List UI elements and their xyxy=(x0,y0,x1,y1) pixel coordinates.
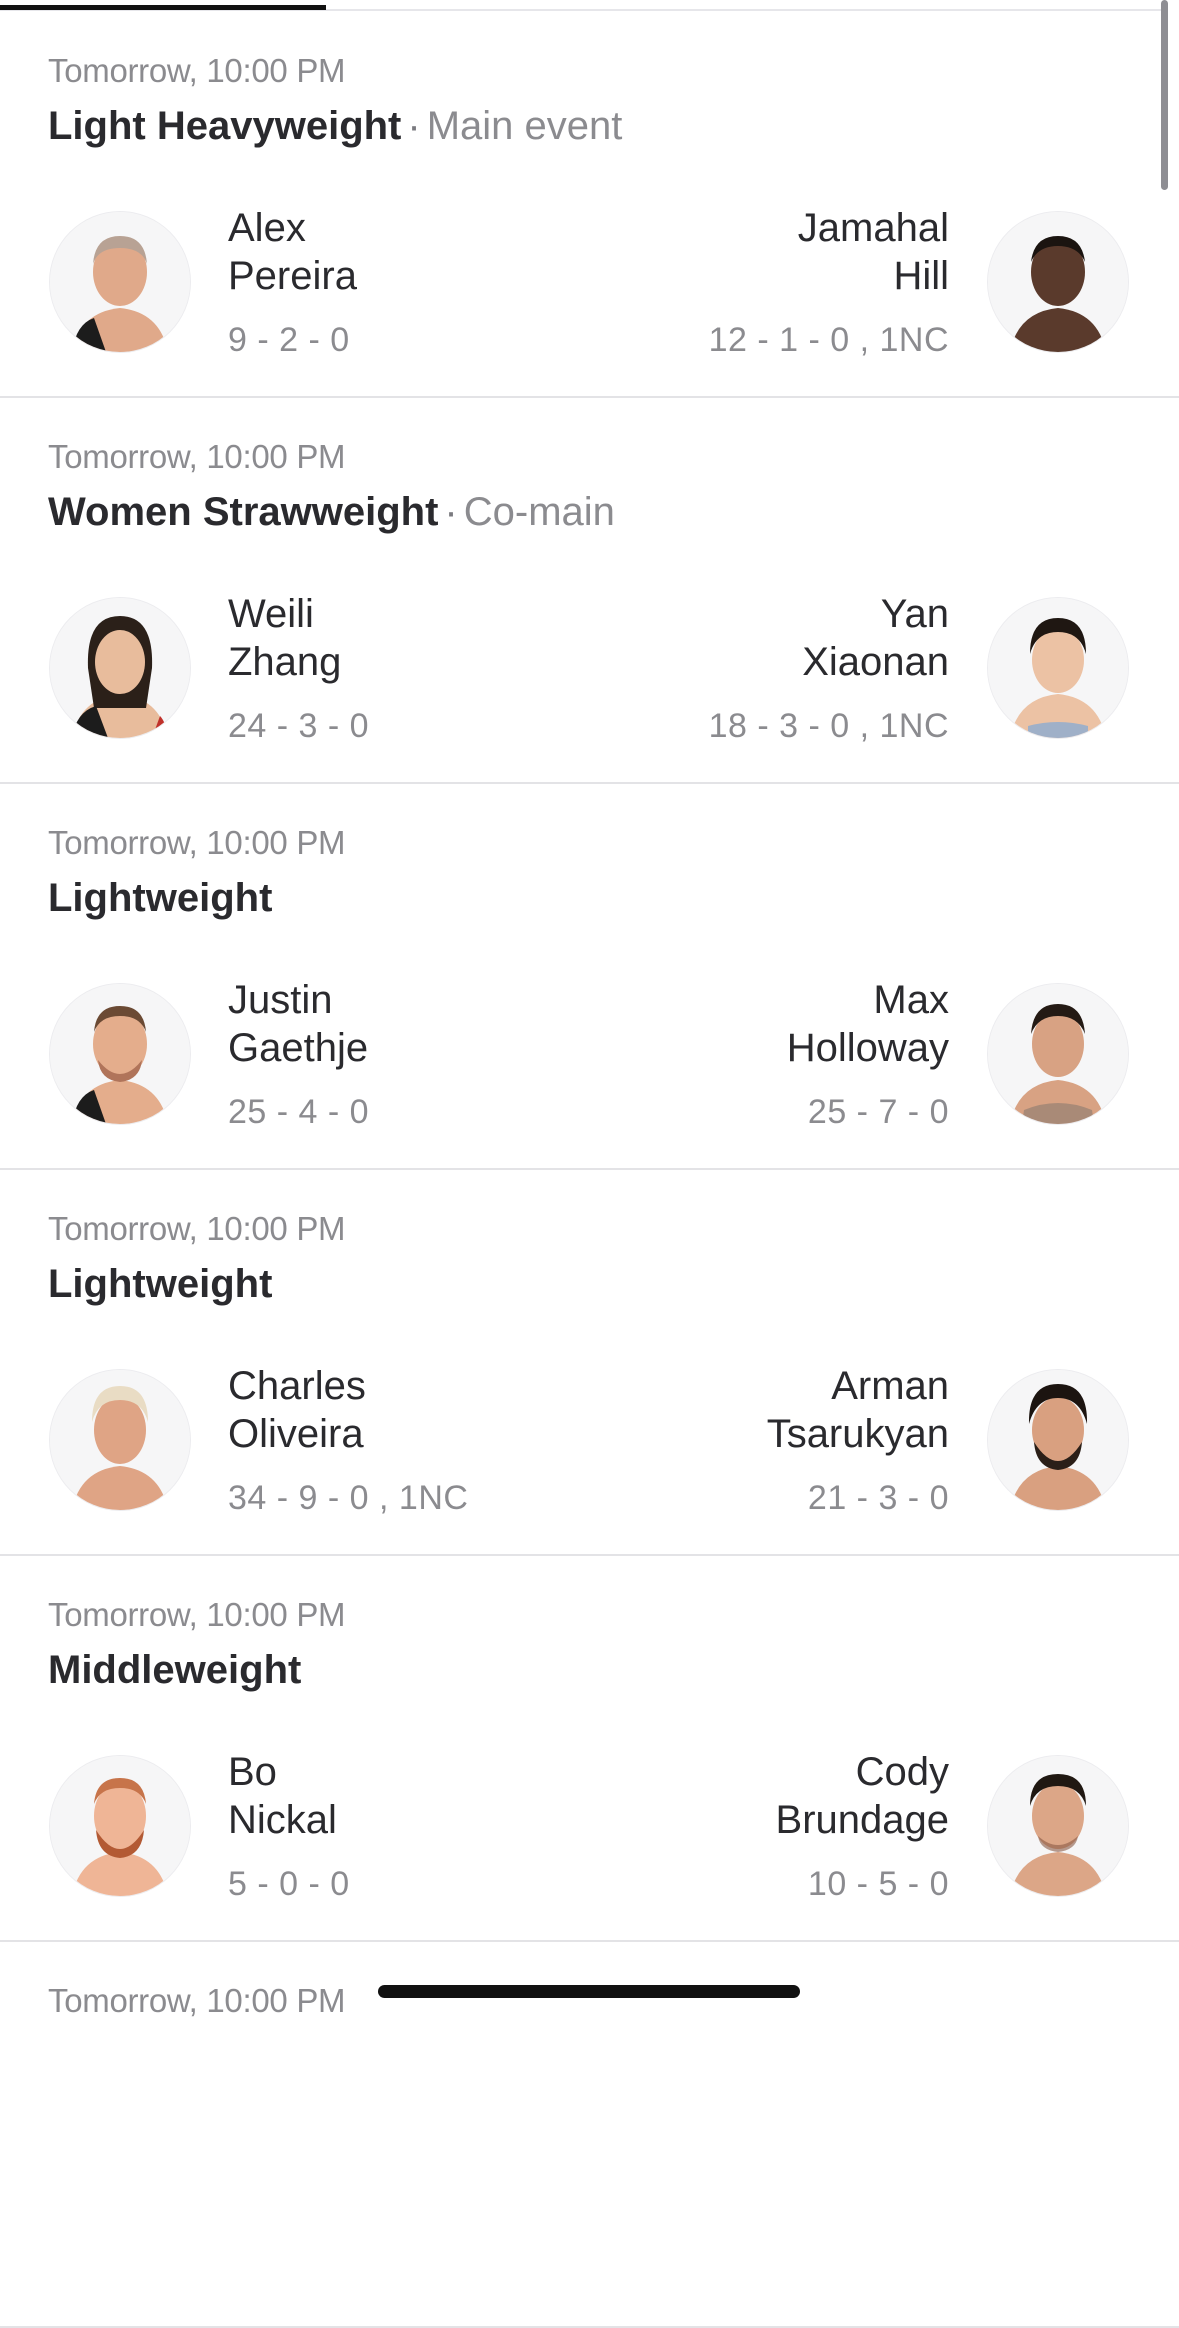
fight-title xyxy=(48,2034,60,2079)
blue-corner-fighter[interactable]: Yan Xiaonan 18 - 3 - 0 , 1NC xyxy=(709,590,949,750)
fight-card[interactable]: Tomorrow, 10:00 PM Middleweight Bo Nicka… xyxy=(0,1556,1179,1942)
fighter-record: 9 - 2 - 0 xyxy=(228,321,350,359)
fight-list: Tomorrow, 10:00 PM Light Heavyweight · Mai… xyxy=(0,12,1179,2328)
fighter-first-name: Arman xyxy=(831,1364,949,1408)
weight-class: Women Strawweight xyxy=(48,490,439,534)
fighter-record: 10 - 5 - 0 xyxy=(807,1865,949,1903)
fighter-first-name: Justin xyxy=(228,978,333,1022)
fighter-headshot-icon[interactable] xyxy=(50,1370,190,1510)
fighter-record: 21 - 3 - 0 xyxy=(807,1479,949,1517)
tab-bar xyxy=(0,0,1179,12)
fighter-last-name: Gaethje xyxy=(228,1026,369,1070)
title-separator: · xyxy=(444,490,458,534)
fighter-record: 12 - 1 - 0 , 1NC xyxy=(708,321,949,359)
fighter-headshot-icon[interactable] xyxy=(50,598,190,738)
red-corner-fighter[interactable]: Justin Gaethje 25 - 4 - 0 xyxy=(228,976,369,1136)
fight-card[interactable]: Tomorrow, 10:00 PM Lightweight Charles O… xyxy=(0,1170,1179,1556)
fight-card[interactable]: Tomorrow, 10:00 PM Light Heavyweight · Mai… xyxy=(0,12,1179,398)
fight-title: Lightweight xyxy=(48,1262,284,1307)
fighter-headshot-icon[interactable] xyxy=(988,1370,1128,1510)
fight-card[interactable]: Tomorrow, 10:00 PM Lightweight Justin Ga… xyxy=(0,784,1179,1170)
event-label: Co-main xyxy=(463,490,615,534)
fight-card[interactable]: Tomorrow, 10:00 PM Women Strawweight · Co-… xyxy=(0,398,1179,784)
fighter-last-name: Tsarukyan xyxy=(766,1412,949,1456)
fight-time: Tomorrow, 10:00 PM xyxy=(48,1210,346,1247)
fight-title: Women Strawweight · Co-main xyxy=(48,490,615,535)
fighter-last-name: Pereira xyxy=(228,254,357,298)
fighter-first-name: Alex xyxy=(228,206,306,250)
fight-time: Tomorrow, 10:00 PM xyxy=(48,1982,346,2019)
red-corner-fighter[interactable]: Bo Nickal 5 - 0 - 0 xyxy=(228,1748,350,1908)
fighter-record: 5 - 0 - 0 xyxy=(228,1865,350,1903)
fight-time: Tomorrow, 10:00 PM xyxy=(48,438,346,475)
fighter-record: 25 - 4 - 0 xyxy=(228,1093,370,1131)
fighter-record: 34 - 9 - 0 , 1NC xyxy=(228,1479,469,1517)
fighter-record: 25 - 7 - 0 xyxy=(807,1093,949,1131)
title-separator: · xyxy=(407,104,421,148)
red-corner-fighter[interactable]: Alex Pereira 9 - 2 - 0 xyxy=(228,204,357,364)
fighter-first-name: Cody xyxy=(855,1750,949,1794)
fight-title: Middleweight xyxy=(48,1648,313,1693)
red-corner-fighter[interactable]: Weili Zhang 24 - 3 - 0 xyxy=(228,590,369,750)
fighter-first-name: Yan xyxy=(880,592,949,636)
fighter-first-name: Jamahal xyxy=(797,206,949,250)
fighter-last-name: Holloway xyxy=(786,1026,949,1070)
fighter-last-name: Oliveira xyxy=(228,1412,364,1456)
blue-corner-fighter[interactable]: Cody Brundage 10 - 5 - 0 xyxy=(776,1748,949,1908)
fighter-headshot-icon[interactable] xyxy=(988,212,1128,352)
fighter-headshot-icon[interactable] xyxy=(988,598,1128,738)
fight-time: Tomorrow, 10:00 PM xyxy=(48,1596,346,1633)
fight-title: Lightweight xyxy=(48,876,284,921)
fight-time: Tomorrow, 10:00 PM xyxy=(48,52,346,89)
event-label: Main event xyxy=(426,104,623,148)
fighter-first-name: Bo xyxy=(228,1750,277,1794)
fight-card[interactable]: Tomorrow, 10:00 PM xyxy=(0,1942,1179,2328)
fighter-headshot-icon[interactable] xyxy=(988,984,1128,1124)
blue-corner-fighter[interactable]: Max Holloway 25 - 7 - 0 xyxy=(787,976,949,1136)
fighter-last-name: Zhang xyxy=(228,640,342,684)
home-indicator[interactable] xyxy=(378,1985,800,1998)
red-corner-fighter[interactable]: Charles Oliveira 34 - 9 - 0 , 1NC xyxy=(228,1362,468,1522)
weight-class: Middleweight xyxy=(48,1648,302,1692)
weight-class: Lightweight xyxy=(48,876,273,920)
blue-corner-fighter[interactable]: Jamahal Hill 12 - 1 - 0 , 1NC xyxy=(709,204,949,364)
fighter-first-name: Max xyxy=(873,978,949,1022)
fighter-headshot-icon[interactable] xyxy=(50,212,190,352)
weight-class: Lightweight xyxy=(48,1262,273,1306)
fighter-last-name: Nickal xyxy=(228,1798,337,1842)
fighter-headshot-icon[interactable] xyxy=(988,1756,1128,1896)
fighter-headshot-icon[interactable] xyxy=(50,984,190,1124)
fighter-record: 24 - 3 - 0 xyxy=(228,707,370,745)
fighter-last-name: Hill xyxy=(893,254,949,298)
fighter-record: 18 - 3 - 0 , 1NC xyxy=(708,707,949,745)
fighter-last-name: Brundage xyxy=(775,1798,949,1842)
fight-time: Tomorrow, 10:00 PM xyxy=(48,824,346,861)
fighter-first-name: Weili xyxy=(228,592,314,636)
blue-corner-fighter[interactable]: Arman Tsarukyan 21 - 3 - 0 xyxy=(767,1362,949,1522)
tab-active-indicator[interactable] xyxy=(0,5,326,10)
fight-title: Light Heavyweight · Main event xyxy=(48,104,622,149)
fighter-first-name: Charles xyxy=(228,1364,366,1408)
fighter-headshot-icon[interactable] xyxy=(50,1756,190,1896)
weight-class: Light Heavyweight xyxy=(48,104,402,148)
fighter-last-name: Xiaonan xyxy=(802,640,949,684)
